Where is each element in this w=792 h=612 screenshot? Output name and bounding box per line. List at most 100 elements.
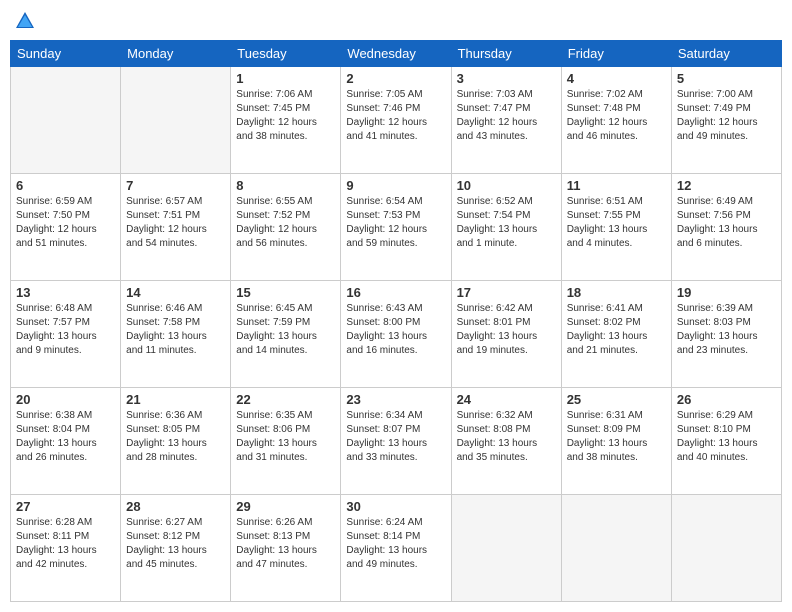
calendar-cell: 8 Sunrise: 6:55 AMSunset: 7:52 PMDaylight… [231,174,341,281]
calendar-cell: 21 Sunrise: 6:36 AMSunset: 8:05 PMDayligh… [121,388,231,495]
logo-icon [14,10,36,32]
calendar-cell: 19 Sunrise: 6:39 AMSunset: 8:03 PMDayligh… [671,281,781,388]
calendar-cell: 18 Sunrise: 6:41 AMSunset: 8:02 PMDayligh… [561,281,671,388]
calendar-cell: 16 Sunrise: 6:43 AMSunset: 8:00 PMDayligh… [341,281,451,388]
calendar-cell: 20 Sunrise: 6:38 AMSunset: 8:04 PMDayligh… [11,388,121,495]
logo [14,10,40,32]
calendar-week-3: 13 Sunrise: 6:48 AMSunset: 7:57 PMDayligh… [11,281,782,388]
day-info: Sunrise: 6:59 AMSunset: 7:50 PMDaylight:… [16,195,115,251]
day-number: 12 [677,178,776,193]
day-number: 20 [16,392,115,407]
calendar-cell: 4 Sunrise: 7:02 AMSunset: 7:48 PMDaylight… [561,67,671,174]
weekday-header-monday: Monday [121,41,231,67]
day-info: Sunrise: 6:48 AMSunset: 7:57 PMDaylight:… [16,302,115,358]
day-info: Sunrise: 6:28 AMSunset: 8:11 PMDaylight:… [16,516,115,572]
calendar-cell: 7 Sunrise: 6:57 AMSunset: 7:51 PMDaylight… [121,174,231,281]
page: SundayMondayTuesdayWednesdayThursdayFrid… [0,0,792,612]
day-number: 13 [16,285,115,300]
day-info: Sunrise: 7:06 AMSunset: 7:45 PMDaylight:… [236,88,335,144]
day-number: 24 [457,392,556,407]
calendar-week-1: 1 Sunrise: 7:06 AMSunset: 7:45 PMDaylight… [11,67,782,174]
day-info: Sunrise: 6:38 AMSunset: 8:04 PMDaylight:… [16,409,115,465]
day-info: Sunrise: 6:29 AMSunset: 8:10 PMDaylight:… [677,409,776,465]
day-number: 9 [346,178,445,193]
day-info: Sunrise: 6:32 AMSunset: 8:08 PMDaylight:… [457,409,556,465]
calendar-cell: 23Sunrise: 6:34 AMSunset: 8:07 PMDayligh… [341,388,451,495]
day-number: 11 [567,178,666,193]
calendar-week-4: 20 Sunrise: 6:38 AMSunset: 8:04 PMDayligh… [11,388,782,495]
day-info: Sunrise: 6:52 AMSunset: 7:54 PMDaylight:… [457,195,556,251]
day-info: Sunrise: 6:35 AMSunset: 8:06 PMDaylight:… [236,409,335,465]
calendar-cell: 29Sunrise: 6:26 AMSunset: 8:13 PMDayligh… [231,495,341,602]
day-number: 22 [236,392,335,407]
calendar-cell: 12Sunrise: 6:49 AMSunset: 7:56 PMDayligh… [671,174,781,281]
day-number: 28 [126,499,225,514]
day-number: 8 [236,178,335,193]
calendar-body: 1 Sunrise: 7:06 AMSunset: 7:45 PMDaylight… [11,67,782,602]
calendar-cell: 14 Sunrise: 6:46 AMSunset: 7:58 PMDayligh… [121,281,231,388]
calendar-cell: 3Sunrise: 7:03 AMSunset: 7:47 PMDaylight… [451,67,561,174]
day-info: Sunrise: 7:02 AMSunset: 7:48 PMDaylight:… [567,88,666,144]
day-number: 18 [567,285,666,300]
day-number: 26 [677,392,776,407]
day-number: 17 [457,285,556,300]
calendar-cell: 24 Sunrise: 6:32 AMSunset: 8:08 PMDayligh… [451,388,561,495]
day-info: Sunrise: 7:00 AMSunset: 7:49 PMDaylight:… [677,88,776,144]
calendar-cell: 2 Sunrise: 7:05 AMSunset: 7:46 PMDaylight… [341,67,451,174]
weekday-header-wednesday: Wednesday [341,41,451,67]
calendar-cell [11,67,121,174]
day-info: Sunrise: 6:54 AMSunset: 7:53 PMDaylight:… [346,195,445,251]
day-info: Sunrise: 6:55 AMSunset: 7:52 PMDaylight:… [236,195,335,251]
day-number: 1 [236,71,335,86]
day-info: Sunrise: 6:27 AMSunset: 8:12 PMDaylight:… [126,516,225,572]
day-number: 27 [16,499,115,514]
day-info: Sunrise: 6:39 AMSunset: 8:03 PMDaylight:… [677,302,776,358]
day-number: 16 [346,285,445,300]
day-number: 3 [457,71,556,86]
day-info: Sunrise: 6:24 AMSunset: 8:14 PMDaylight:… [346,516,445,572]
day-number: 2 [346,71,445,86]
day-number: 25 [567,392,666,407]
day-info: Sunrise: 7:05 AMSunset: 7:46 PMDaylight:… [346,88,445,144]
day-info: Sunrise: 6:43 AMSunset: 8:00 PMDaylight:… [346,302,445,358]
weekday-header-row: SundayMondayTuesdayWednesdayThursdayFrid… [11,41,782,67]
calendar-cell: 28 Sunrise: 6:27 AMSunset: 8:12 PMDayligh… [121,495,231,602]
weekday-header-tuesday: Tuesday [231,41,341,67]
calendar-cell: 9 Sunrise: 6:54 AMSunset: 7:53 PMDaylight… [341,174,451,281]
day-info: Sunrise: 6:46 AMSunset: 7:58 PMDaylight:… [126,302,225,358]
calendar-cell: 5Sunrise: 7:00 AMSunset: 7:49 PMDaylight… [671,67,781,174]
calendar-week-2: 6Sunrise: 6:59 AMSunset: 7:50 PMDaylight… [11,174,782,281]
day-info: Sunrise: 6:57 AMSunset: 7:51 PMDaylight:… [126,195,225,251]
calendar-cell [451,495,561,602]
day-number: 10 [457,178,556,193]
day-number: 4 [567,71,666,86]
calendar-week-5: 27 Sunrise: 6:28 AMSunset: 8:11 PMDayligh… [11,495,782,602]
calendar-table: SundayMondayTuesdayWednesdayThursdayFrid… [10,40,782,602]
weekday-header-friday: Friday [561,41,671,67]
calendar-cell: 30 Sunrise: 6:24 AMSunset: 8:14 PMDayligh… [341,495,451,602]
day-number: 7 [126,178,225,193]
day-info: Sunrise: 6:42 AMSunset: 8:01 PMDaylight:… [457,302,556,358]
day-number: 29 [236,499,335,514]
weekday-header-sunday: Sunday [11,41,121,67]
calendar-cell [121,67,231,174]
day-info: Sunrise: 6:41 AMSunset: 8:02 PMDaylight:… [567,302,666,358]
calendar-cell: 10 Sunrise: 6:52 AMSunset: 7:54 PMDayligh… [451,174,561,281]
day-number: 19 [677,285,776,300]
day-number: 21 [126,392,225,407]
day-info: Sunrise: 6:31 AMSunset: 8:09 PMDaylight:… [567,409,666,465]
calendar-cell [671,495,781,602]
calendar-cell [561,495,671,602]
calendar-cell: 6Sunrise: 6:59 AMSunset: 7:50 PMDaylight… [11,174,121,281]
weekday-header-saturday: Saturday [671,41,781,67]
day-number: 14 [126,285,225,300]
calendar-header: SundayMondayTuesdayWednesdayThursdayFrid… [11,41,782,67]
weekday-header-thursday: Thursday [451,41,561,67]
day-number: 30 [346,499,445,514]
day-info: Sunrise: 6:45 AMSunset: 7:59 PMDaylight:… [236,302,335,358]
calendar-cell: 25 Sunrise: 6:31 AMSunset: 8:09 PMDayligh… [561,388,671,495]
calendar-cell: 13 Sunrise: 6:48 AMSunset: 7:57 PMDayligh… [11,281,121,388]
day-number: 15 [236,285,335,300]
day-info: Sunrise: 6:36 AMSunset: 8:05 PMDaylight:… [126,409,225,465]
calendar-cell: 17 Sunrise: 6:42 AMSunset: 8:01 PMDayligh… [451,281,561,388]
